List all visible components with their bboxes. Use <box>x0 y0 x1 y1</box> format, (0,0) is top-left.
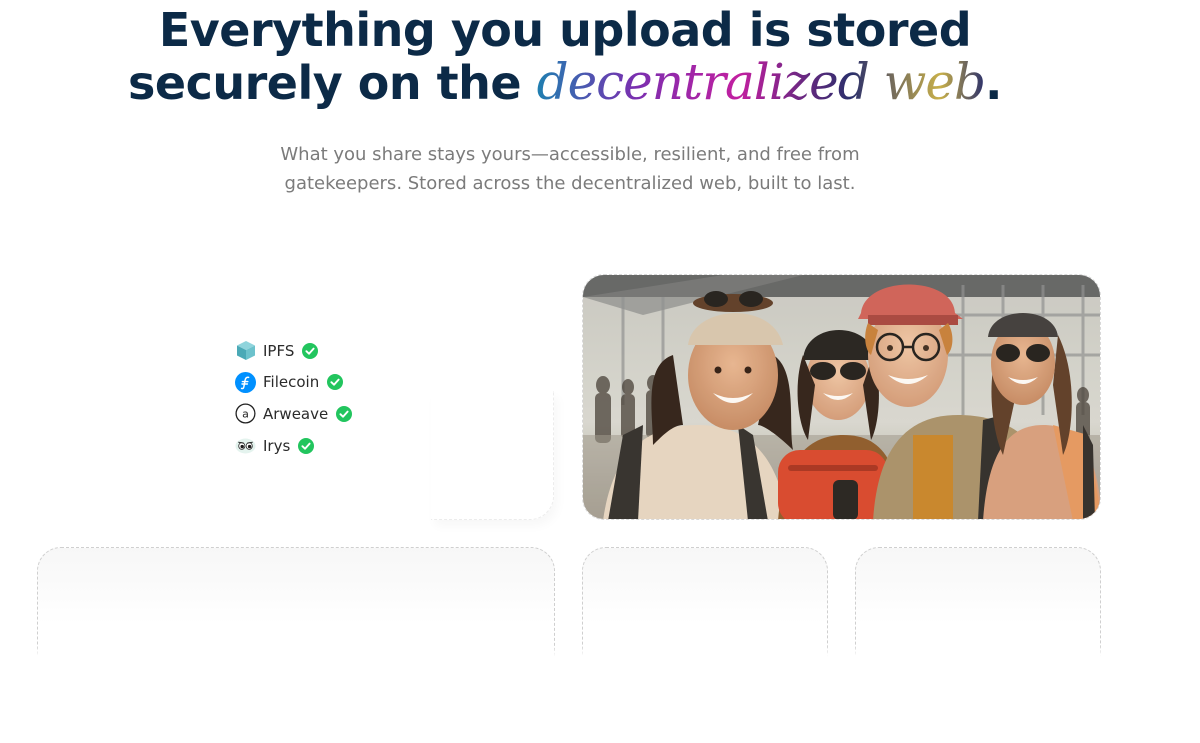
arweave-icon: a <box>235 403 256 424</box>
headline-line-1: Everything you upload is stored <box>158 3 972 57</box>
headline-prefix: securely on the <box>128 56 537 110</box>
storage-item-label: Arweave <box>263 404 329 423</box>
hero-subtitle: What you share stays yours—accessible, r… <box>270 140 870 198</box>
subtitle-line-2: gatekeepers. Stored across the decentral… <box>284 173 856 194</box>
ipfs-cube-icon <box>235 340 256 361</box>
check-icon <box>327 374 344 391</box>
storage-item-arweave: a Arweave <box>235 403 353 424</box>
page: Everything you upload is stored securely… <box>0 0 1200 743</box>
storage-item-label: Filecoin <box>263 373 320 392</box>
storage-item-label: Irys <box>263 436 291 455</box>
svg-text:a: a <box>242 408 249 421</box>
storage-item-label: IPFS <box>263 341 295 360</box>
hero-headline: Everything you upload is stored securely… <box>0 4 1130 109</box>
check-icon <box>298 437 315 454</box>
irys-eyes-icon <box>235 435 256 456</box>
check-icon <box>336 405 353 422</box>
storage-item-irys: Irys <box>235 435 352 456</box>
ghost-card-edge <box>431 391 554 520</box>
storage-item-filecoin: Filecoin <box>235 371 352 393</box>
filecoin-icon <box>235 371 256 393</box>
subtitle-line-1: What you share stays yours—accessible, r… <box>280 144 860 165</box>
storage-item-ipfs: IPFS <box>235 340 352 361</box>
headline-line-2: securely on the decentralized web. <box>0 56 1130 109</box>
storage-networks-card: IPFS Filecoin a Arweave Irys <box>36 274 554 520</box>
headline-period: . <box>984 56 1002 110</box>
headline-fancy-text: decentralized web <box>536 53 986 111</box>
storage-network-list: IPFS Filecoin a Arweave Irys <box>235 340 353 467</box>
group-photo <box>582 274 1101 520</box>
check-icon <box>302 342 319 359</box>
bottom-fade <box>0 645 1200 743</box>
group-photo-image <box>583 275 1100 519</box>
